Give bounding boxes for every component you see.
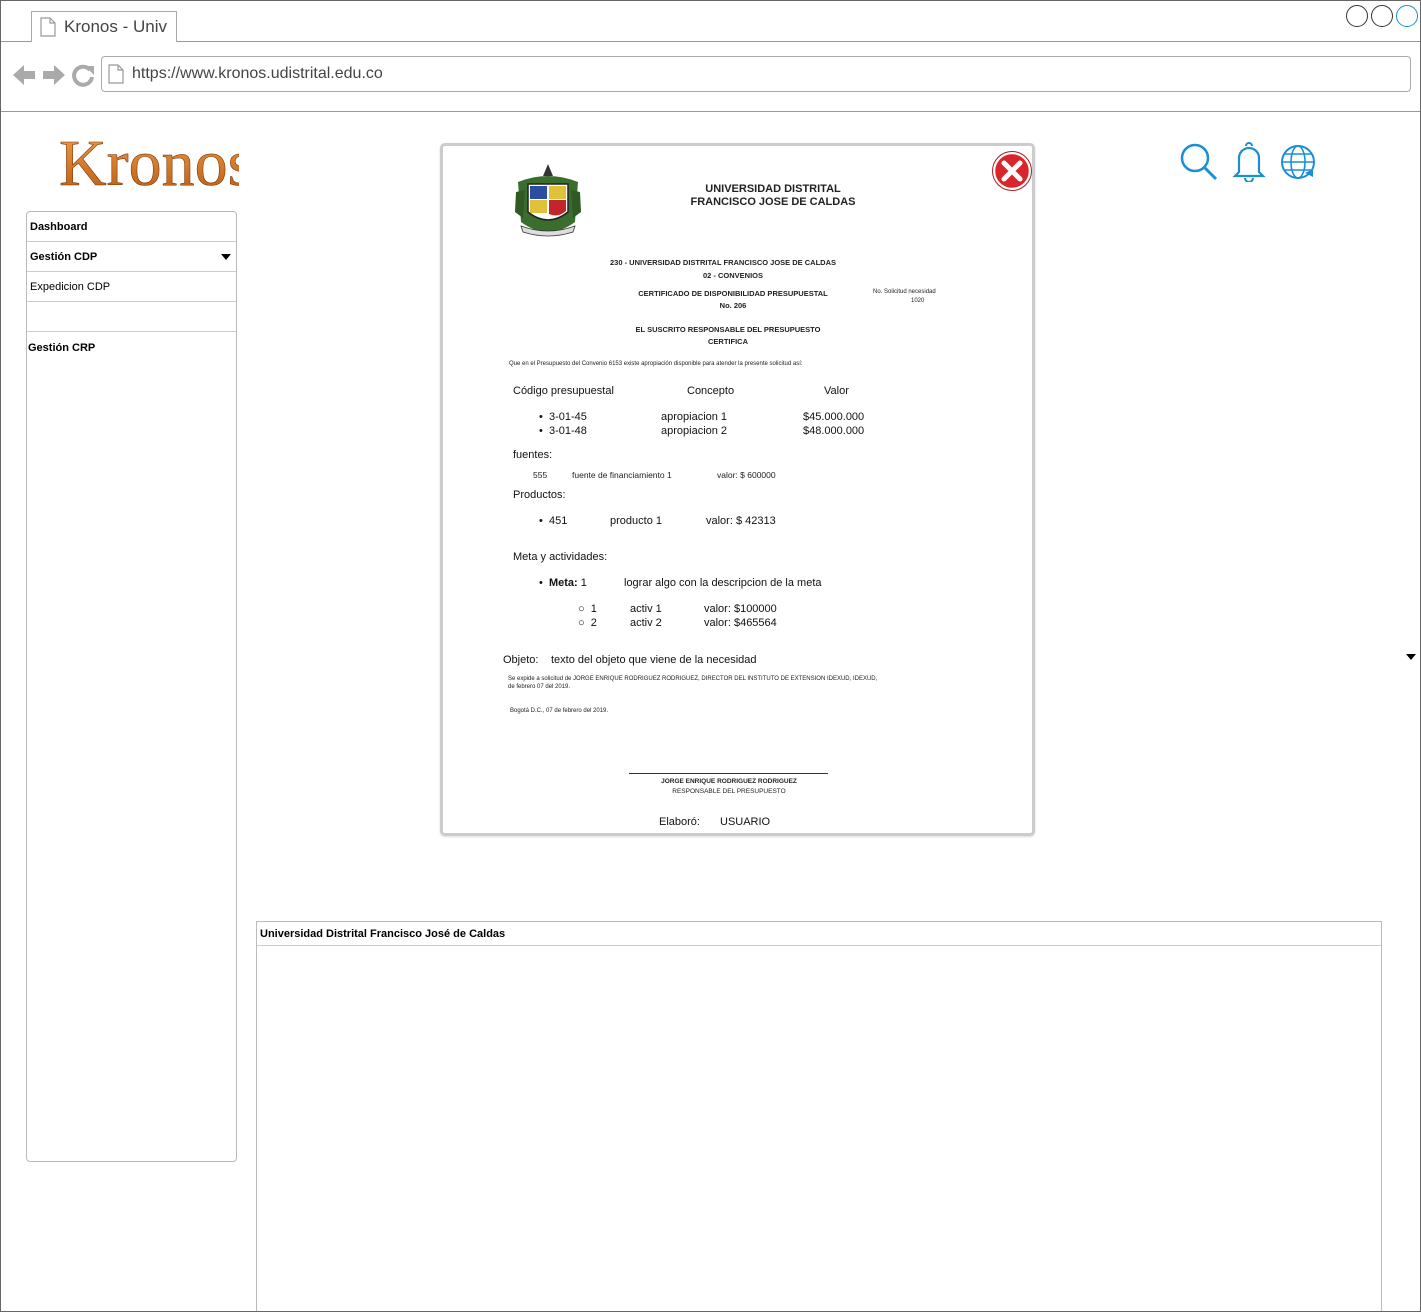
productos-label: Productos: <box>513 489 566 501</box>
document-icon <box>108 64 124 84</box>
kronos-logo: Kronos <box>59 127 239 191</box>
convenio-line: 02 - CONVENIOS <box>702 271 763 280</box>
tab-bar: Kronos - Univ <box>1 1 1420 42</box>
certificate-title: CERTIFICADO DE DISPONIBILIDAD PRESUPUEST… <box>638 289 828 298</box>
back-arrow-icon[interactable] <box>11 62 37 88</box>
browser-window: Kronos - Univ https://www.kronos.udistri… <box>0 0 1421 1312</box>
reload-icon[interactable] <box>71 62 95 88</box>
crest-icon <box>515 164 581 237</box>
expide-line-1: Se expide a solicitud de JORGE ENRIQUE R… <box>508 676 878 682</box>
producto-nombre: producto 1 <box>610 515 662 527</box>
sidebar-item-expedicion-cdp[interactable]: Expedicion CDP <box>27 272 236 302</box>
rubro-valor: $48.000.000 <box>803 425 865 437</box>
meta-label: Meta: <box>548 577 578 589</box>
content-panel: Universidad Distrital Francisco José de … <box>256 921 1382 1311</box>
column-concepto: Concepto <box>687 385 735 397</box>
browser-tab[interactable]: Kronos - Univ <box>31 11 177 42</box>
rubro-codigo: 3-01-45 <box>548 411 587 423</box>
firma-nombre: JORGE ENRIQUE RODRIGUEZ RODRIGUEZ <box>661 778 797 785</box>
actividad-row: ○ 2 <box>578 617 597 629</box>
intro-text: Que en el Presupuesto del Convenio 6153 … <box>509 361 803 367</box>
sidebar: Dashboard Gestión CDP Expedicion CDP Ges… <box>26 211 237 1162</box>
objeto-text: texto del objeto que viene de la necesid… <box>551 654 757 666</box>
rubro-row: • 3-01-45 <box>539 411 587 423</box>
minimize-button[interactable] <box>1346 5 1368 27</box>
actividad-nombre: activ 1 <box>630 603 662 615</box>
sidebar-item-dashboard[interactable]: Dashboard <box>27 212 236 242</box>
suscrito-line: EL SUSCRITO RESPONSABLE DEL PRESUPUESTO <box>635 325 821 334</box>
certificate-number: No. 206 <box>719 301 747 310</box>
expide-line-2: de febrero 07 del 2019. <box>508 684 571 690</box>
globe-icon[interactable] <box>1279 143 1317 181</box>
panel-header: Universidad Distrital Francisco José de … <box>257 922 1381 946</box>
chevron-down-icon[interactable] <box>1406 654 1416 660</box>
actividad-nombre: activ 2 <box>630 617 662 629</box>
certifica-line: CERTIFICA <box>708 337 748 346</box>
column-valor: Valor <box>824 385 849 397</box>
solicitud-value: 1020 <box>911 298 925 304</box>
window-controls <box>1346 5 1418 27</box>
elaboro-value: USUARIO <box>720 816 771 828</box>
actividad-num: 1 <box>590 603 597 615</box>
url-text: https://www.kronos.udistrital.edu.co <box>132 65 383 82</box>
maximize-button[interactable] <box>1371 5 1393 27</box>
close-icon[interactable] <box>992 151 1032 191</box>
sidebar-section-gestion-crp[interactable]: Gestión CRP <box>27 332 236 354</box>
bell-icon[interactable] <box>1231 142 1267 182</box>
elaboro-label: Elaboró: <box>659 816 700 828</box>
producto-row: • 451 <box>539 515 568 527</box>
cdp-document-modal: UNIVERSIDAD DISTRITAL FRANCISCO JOSE DE … <box>440 143 1035 836</box>
sidebar-item-label: Expedicion CDP <box>30 280 111 293</box>
actividad-num: 2 <box>590 617 597 629</box>
producto-codigo: 451 <box>548 515 568 527</box>
tab-title: Kronos - Univ <box>64 17 167 36</box>
meta-desc: lograr algo con la descripcion de la met… <box>624 577 822 589</box>
actividad-valor: valor: $465564 <box>704 617 777 629</box>
sidebar-item-label: Dashboard <box>30 220 88 233</box>
address-bar: https://www.kronos.udistrital.edu.co <box>1 42 1420 112</box>
rubro-valor: $45.000.000 <box>803 411 865 423</box>
fuente-nombre: fuente de financiamiento 1 <box>572 470 672 480</box>
forward-arrow-icon[interactable] <box>41 62 67 88</box>
fuentes-label: fuentes: <box>513 449 553 461</box>
nav-buttons <box>11 62 95 88</box>
meta-row: • Meta: 1 <box>539 577 587 589</box>
university-line-1: UNIVERSIDAD DISTRITAL <box>705 183 841 195</box>
sidebar-item-empty <box>27 302 236 332</box>
document-icon <box>40 17 56 37</box>
entity-line: 230 - UNIVERSIDAD DISTRITAL FRANCISCO JO… <box>610 258 836 267</box>
objeto-label: Objeto: <box>503 654 539 666</box>
solicitud-label: No. Solicitud necesidad <box>873 289 936 295</box>
rubro-row: • 3-01-48 <box>539 425 587 437</box>
signature-line <box>629 773 828 774</box>
university-line-2: FRANCISCO JOSE DE CALDAS <box>690 196 856 208</box>
rubro-concepto: apropiacion 1 <box>661 411 728 423</box>
search-icon[interactable] <box>1179 142 1219 182</box>
firma-cargo: RESPONSABLE DEL PRESUPUESTO <box>672 788 786 795</box>
producto-valor: valor: $ 42313 <box>706 515 776 527</box>
url-field[interactable]: https://www.kronos.udistrital.edu.co <box>101 56 1411 92</box>
logo-text: Kronos <box>59 127 239 191</box>
rubro-concepto: apropiacion 2 <box>661 425 728 437</box>
column-codigo: Código presupuestal <box>513 385 614 397</box>
sidebar-item-label: Gestión CDP <box>30 250 98 263</box>
fuente-valor: valor: $ 600000 <box>717 470 776 480</box>
top-toolbar <box>1179 142 1317 182</box>
chevron-down-icon <box>221 254 231 260</box>
fecha: Bogotá D.C., 07 de febrero del 2019. <box>510 708 609 714</box>
close-window-button[interactable] <box>1396 5 1418 27</box>
document-university-title: UNIVERSIDAD DISTRITAL FRANCISCO JOSE DE … <box>653 183 893 209</box>
metas-label: Meta y actividades: <box>513 551 608 563</box>
rubro-codigo: 3-01-48 <box>548 425 587 437</box>
sidebar-item-gestion-cdp[interactable]: Gestión CDP <box>27 242 236 272</box>
meta-num: 1 <box>580 577 587 589</box>
actividad-valor: valor: $100000 <box>704 603 777 615</box>
fuente-codigo: 555 <box>533 470 548 480</box>
actividad-row: ○ 1 <box>578 603 597 615</box>
